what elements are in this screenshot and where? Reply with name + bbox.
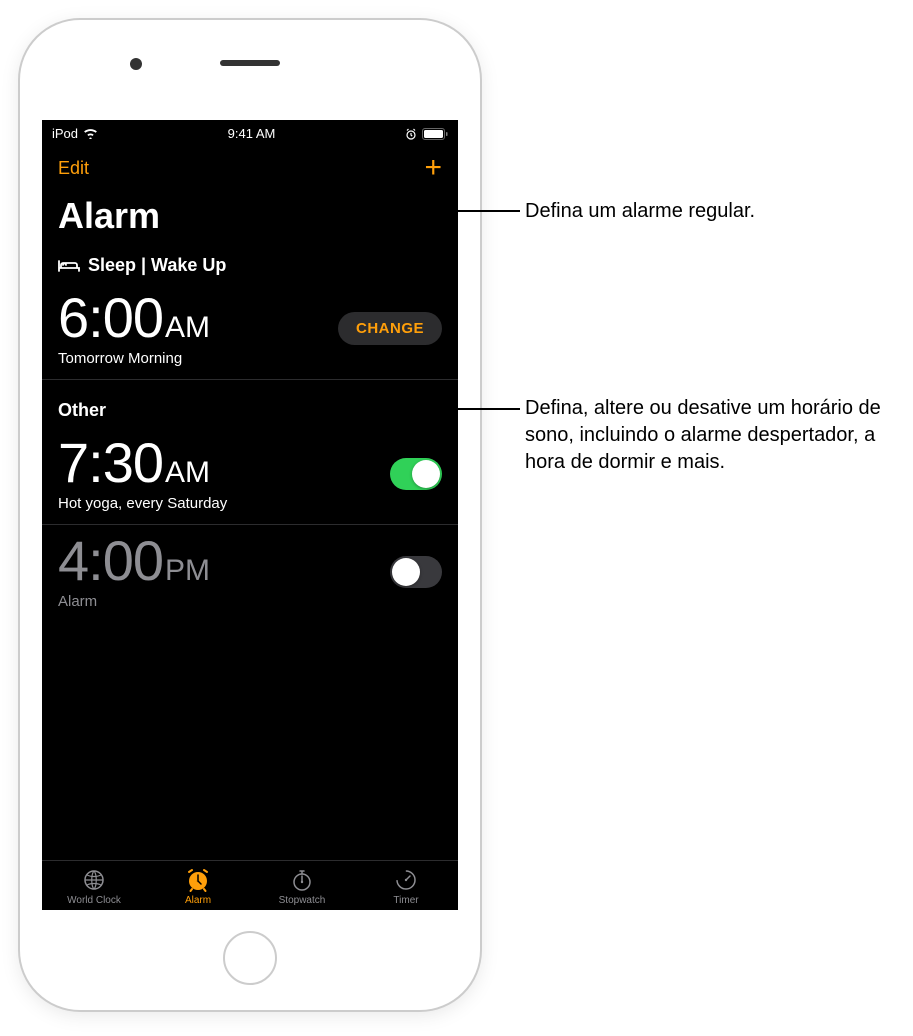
- tab-world-clock[interactable]: World Clock: [42, 867, 146, 906]
- sleep-alarm-time-block: 6:00 AM Tomorrow Morning: [58, 290, 210, 367]
- alarm-ampm-1: PM: [165, 554, 210, 588]
- change-button[interactable]: CHANGE: [338, 312, 442, 345]
- carrier-label: iPod: [52, 126, 78, 141]
- alarm-time-0: 7:30: [58, 435, 163, 491]
- tab-stopwatch-label: Stopwatch: [279, 895, 326, 906]
- nav-row: Edit +: [42, 145, 458, 187]
- callout-change: Defina, altere ou desative um horário de…: [525, 395, 905, 476]
- sleep-section-label: Sleep | Wake Up: [88, 255, 226, 276]
- alarm-status-icon: [405, 128, 417, 140]
- bed-icon: [58, 258, 80, 274]
- toggle-knob: [392, 558, 420, 586]
- alarm-row-0[interactable]: 7:30 AM Hot yoga, every Saturday: [42, 427, 458, 525]
- battery-icon: [422, 128, 448, 140]
- screen: iPod 9:41 AM Edit + Alarm: [42, 120, 458, 910]
- sleep-section-header: Sleep | Wake Up: [42, 255, 458, 282]
- alarm-subtitle-1: Alarm: [58, 593, 210, 610]
- wifi-icon: [83, 128, 98, 139]
- alarm-row-1[interactable]: 4:00 PM Alarm: [42, 525, 458, 622]
- status-left: iPod: [52, 126, 98, 141]
- alarm-ampm-0: AM: [165, 456, 210, 490]
- alarm-clock-icon: [185, 867, 211, 893]
- status-time: 9:41 AM: [228, 126, 276, 141]
- alarm-time-block-1: 4:00 PM Alarm: [58, 533, 210, 610]
- device-frame: iPod 9:41 AM Edit + Alarm: [20, 20, 480, 1010]
- tab-timer-label: Timer: [393, 895, 418, 906]
- toggle-knob: [412, 460, 440, 488]
- tab-bar: World Clock Alarm Stopwatch Timer: [42, 860, 458, 910]
- alarm-time-line-1: 4:00 PM: [58, 533, 210, 589]
- callout-add: Defina um alarme regular.: [525, 198, 755, 225]
- sleep-time-line: 6:00 AM: [58, 290, 210, 346]
- alarm-time-1: 4:00: [58, 533, 163, 589]
- alarm-toggle-0[interactable]: [390, 458, 442, 490]
- tab-alarm-label: Alarm: [185, 895, 211, 906]
- add-alarm-button[interactable]: +: [424, 153, 442, 183]
- tab-alarm[interactable]: Alarm: [146, 867, 250, 906]
- alarm-time-line-0: 7:30 AM: [58, 435, 227, 491]
- sleep-ampm: AM: [165, 311, 210, 345]
- callout-line-change: [415, 408, 520, 410]
- alarm-time-block-0: 7:30 AM Hot yoga, every Saturday: [58, 435, 227, 512]
- tab-stopwatch[interactable]: Stopwatch: [250, 867, 354, 906]
- camera-dot: [130, 58, 142, 70]
- stopwatch-icon: [290, 867, 314, 893]
- other-section-label: Other: [58, 400, 106, 421]
- callout-line-add: [445, 210, 520, 212]
- home-button[interactable]: [223, 931, 277, 985]
- globe-icon: [82, 867, 106, 893]
- tab-timer[interactable]: Timer: [354, 867, 458, 906]
- status-right: [405, 128, 448, 140]
- other-section-header: Other: [42, 380, 458, 427]
- page-title: Alarm: [42, 187, 458, 255]
- speaker-slot: [220, 60, 280, 66]
- tab-world-clock-label: World Clock: [67, 895, 121, 906]
- timer-icon: [394, 867, 418, 893]
- content-area: Sleep | Wake Up 6:00 AM Tomorrow Morning…: [42, 255, 458, 860]
- alarm-toggle-1[interactable]: [390, 556, 442, 588]
- edit-button[interactable]: Edit: [58, 158, 89, 179]
- alarm-subtitle-0: Hot yoga, every Saturday: [58, 495, 227, 512]
- status-bar: iPod 9:41 AM: [42, 120, 458, 145]
- sleep-time: 6:00: [58, 290, 163, 346]
- sleep-subtitle: Tomorrow Morning: [58, 350, 210, 367]
- sleep-alarm-row: 6:00 AM Tomorrow Morning CHANGE: [42, 282, 458, 380]
